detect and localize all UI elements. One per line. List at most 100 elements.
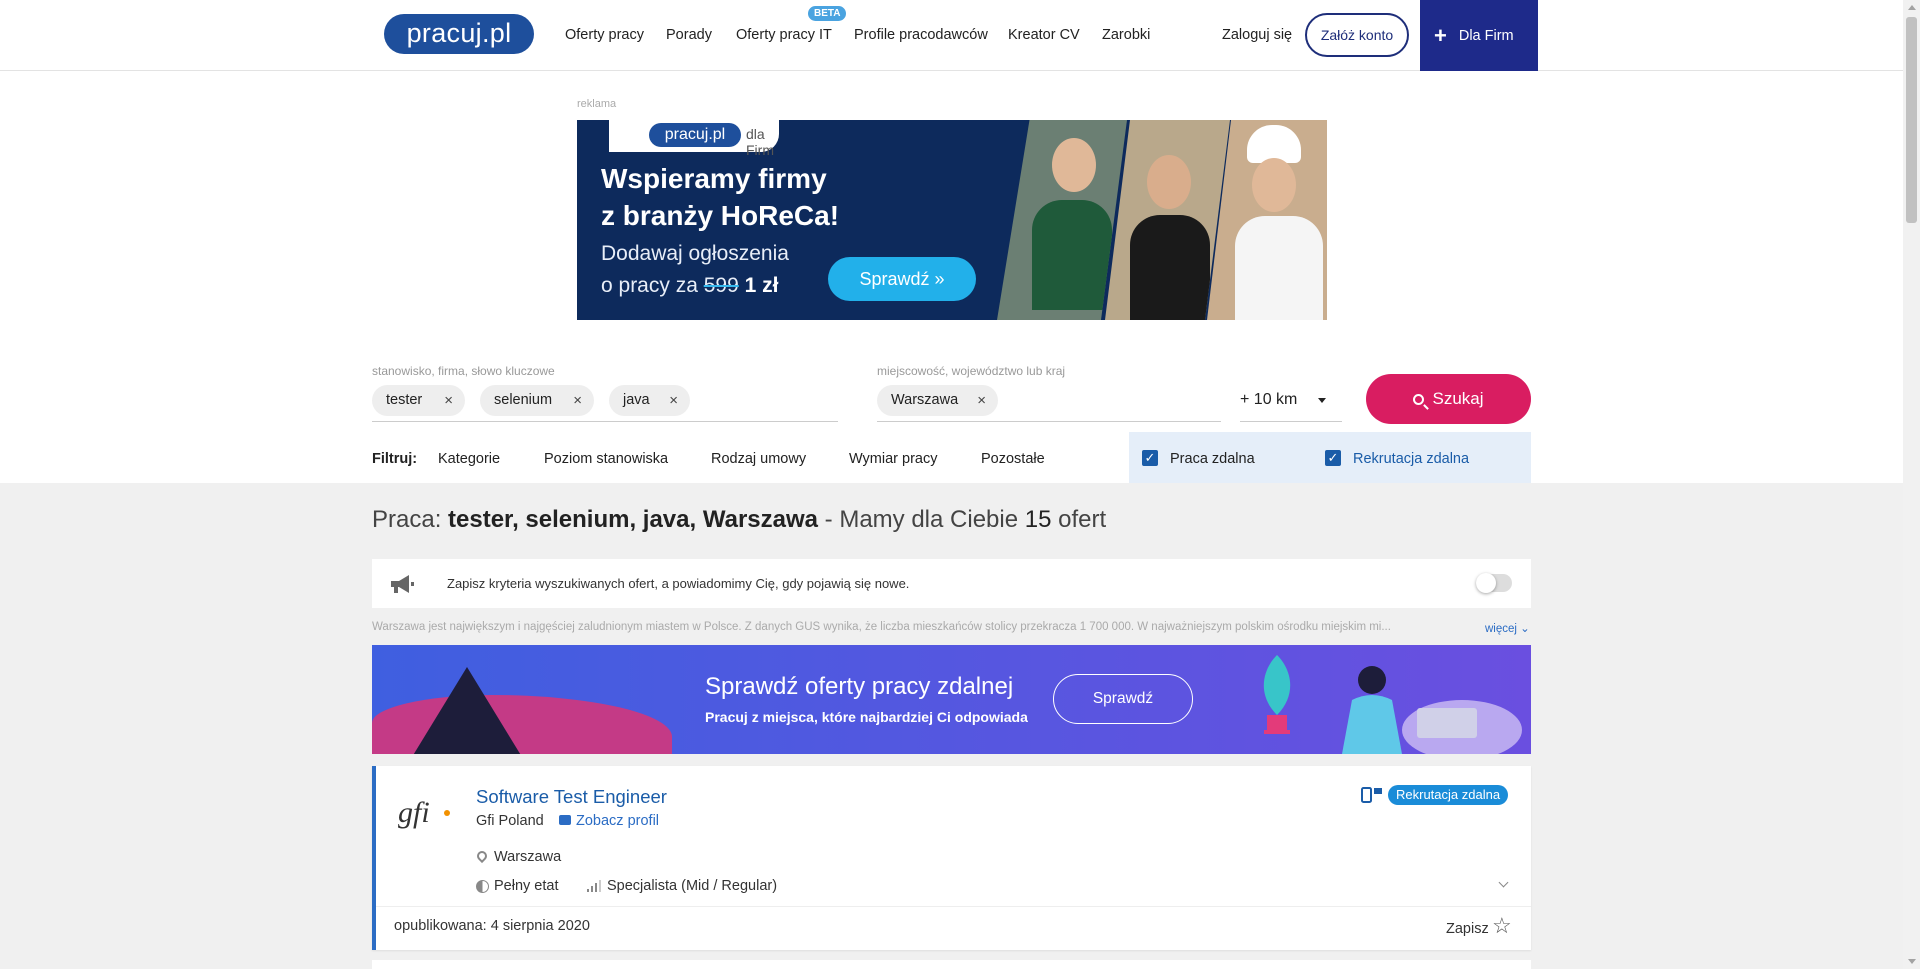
horeca-ad-banner[interactable]: pracuj.pl dla Firm Wspieramy firmy z bra… [577, 120, 1327, 320]
more-link-label: więcej [1485, 623, 1517, 635]
ad-new-price: 1 zł [738, 274, 779, 297]
ad-headline-2: z branży HoReCa! [601, 200, 840, 231]
employment-type-icon [476, 880, 489, 893]
results-query: tester, selenium, java, Warszawa [448, 506, 818, 533]
remote-jobs-banner[interactable]: Sprawdź oferty pracy zdalnej Pracuj z mi… [372, 645, 1531, 754]
job-location: Warszawa [494, 849, 562, 865]
location-field-label: miejscowość, województwo lub kraj [877, 364, 1066, 378]
remove-tag-icon[interactable]: × [444, 385, 453, 416]
save-search-toggle[interactable] [1476, 573, 1512, 593]
remote-recruitment-badge: Rekrutacja zdalna [1388, 785, 1509, 805]
radius-underline [1240, 421, 1342, 422]
beta-badge: BETA [808, 6, 847, 21]
company-logo-text: gfi [398, 796, 430, 829]
location-tag-label: Warszawa [891, 392, 959, 408]
location-pin-icon [474, 848, 490, 864]
filter-rodzaj-umowy[interactable]: Rodzaj umowy [711, 451, 806, 467]
seniority-level-icon [587, 880, 601, 892]
job-title-link[interactable]: Software Test Engineer [476, 786, 667, 808]
header: pracuj.pl Oferty pracy Porady Oferty pra… [0, 0, 1903, 71]
ad-headline-1: Wspieramy firmy [601, 163, 827, 194]
results-prefix: Praca: [372, 506, 449, 533]
keyword-tag-label: java [623, 392, 650, 408]
seniority-level: Specjalista (Mid / Regular) [607, 878, 778, 894]
published-date: opublikowana: 4 sierpnia 2020 [394, 918, 590, 934]
card-divider [376, 906, 1531, 907]
ad-check-button[interactable]: Sprawdź » [828, 257, 976, 301]
chevron-down-icon: ⌄ [1520, 623, 1530, 635]
nav-oferty-pracy-it[interactable]: Oferty pracy IT [736, 27, 832, 43]
company-logo[interactable]: gfi [398, 796, 450, 836]
remove-tag-icon[interactable]: × [573, 385, 582, 416]
register-button[interactable]: Załóż konto [1305, 13, 1409, 57]
location-tag-warszawa[interactable]: Warszawa × [877, 385, 998, 416]
login-link[interactable]: Zaloguj się [1222, 27, 1292, 43]
more-link[interactable]: więcej ⌄ [1485, 621, 1530, 635]
ad-sub-1: Dodawaj ogłoszenia [601, 242, 789, 265]
filter-poziom-stanowiska[interactable]: Poziom stanowiska [544, 451, 668, 467]
remove-tag-icon[interactable]: × [669, 385, 678, 416]
ad-price-prefix: o pracy za [601, 274, 704, 297]
next-job-card[interactable] [372, 960, 1531, 969]
person-with-laptop-illustration [1342, 666, 1522, 754]
search-icon [1413, 394, 1425, 405]
ad-old-price: 599 [703, 274, 739, 297]
nav-zarobki[interactable]: Zarobki [1102, 27, 1150, 43]
results-mid: - Mamy dla Ciebie [818, 506, 1025, 533]
search-button[interactable]: Szukaj [1366, 374, 1531, 424]
filter-kategorie[interactable]: Kategorie [438, 451, 500, 467]
company-profile-link[interactable]: Zobacz profil [559, 813, 659, 829]
for-firms-label: Dla Firm [1458, 28, 1514, 44]
ad-brand-logo: pracuj.pl [649, 123, 741, 147]
job-offer-card[interactable]: gfi Software Test Engineer Gfi Poland Zo… [372, 766, 1531, 950]
search-button-label: Szukaj [1432, 389, 1484, 408]
results-heading: Praca: tester, selenium, java, Warszawa … [372, 506, 1106, 534]
nav-kreator-cv[interactable]: Kreator CV [1008, 27, 1080, 43]
remote-recruitment-icon [1361, 787, 1382, 803]
site-logo[interactable]: pracuj.pl [384, 14, 534, 54]
ad-photo-collage [997, 120, 1327, 320]
scroll-thumb[interactable] [1906, 17, 1917, 223]
remote-recruitment-label[interactable]: Rekrutacja zdalna [1353, 451, 1469, 467]
star-icon[interactable]: ☆ [1492, 915, 1512, 937]
nav-profile-pracodawcow[interactable]: Profile pracodawców [854, 27, 988, 43]
filter-wymiar-pracy[interactable]: Wymiar pracy [849, 451, 938, 467]
keyword-tag-label: tester [386, 392, 423, 408]
save-offer-label[interactable]: Zapisz [1446, 921, 1489, 937]
ad-brand-tab: pracuj.pl dla Firm [609, 120, 779, 158]
banner-check-button[interactable]: Sprawdź [1053, 674, 1193, 724]
banner-title: Sprawdź oferty pracy zdalnej [705, 673, 1014, 700]
save-search-text: Zapisz kryteria wyszukiwanych ofert, a p… [447, 576, 910, 591]
scroll-up-arrow-icon[interactable] [1908, 5, 1916, 10]
ad-label: reklama [577, 98, 617, 110]
caret-down-icon[interactable] [1318, 398, 1326, 403]
for-firms-button[interactable]: + Dla Firm [1420, 0, 1538, 71]
keyword-tag-label: selenium [494, 392, 553, 408]
keyword-tag-java[interactable]: java × [609, 385, 690, 416]
results-count: 15 [1024, 506, 1052, 533]
location-field-underline [877, 421, 1221, 422]
page-scrollbar[interactable] [1903, 0, 1920, 969]
city-description: Warszawa jest największym i najgęściej z… [372, 621, 1391, 633]
employment-type: Pełny etat [494, 878, 559, 894]
keyword-tag-tester[interactable]: tester × [372, 385, 465, 416]
megaphone-icon [391, 575, 414, 593]
banner-subtitle: Pracuj z miejsca, które najbardziej Ci o… [705, 709, 1028, 725]
remove-tag-icon[interactable]: × [977, 385, 986, 416]
nav-oferty-pracy[interactable]: Oferty pracy [565, 27, 644, 43]
plus-icon: + [1434, 23, 1447, 48]
scroll-down-arrow-icon[interactable] [1908, 959, 1916, 964]
remote-work-checkbox[interactable]: ✓ [1142, 450, 1158, 466]
remote-recruitment-checkbox[interactable]: ✓ [1325, 450, 1341, 466]
briefcase-icon [559, 815, 571, 825]
filter-pozostale[interactable]: Pozostałe [981, 451, 1045, 467]
toggle-knob [1476, 573, 1496, 593]
save-search-bar: Zapisz kryteria wyszukiwanych ofert, a p… [372, 559, 1531, 608]
radius-select[interactable]: + 10 km [1240, 391, 1297, 409]
filter-label: Filtruj: [372, 451, 418, 467]
remote-work-label[interactable]: Praca zdalna [1170, 451, 1255, 467]
keyword-tag-selenium[interactable]: selenium × [480, 385, 594, 416]
keyword-field-underline [372, 421, 838, 422]
nav-porady[interactable]: Porady [666, 27, 712, 43]
expand-chevron-icon[interactable] [1498, 877, 1509, 888]
